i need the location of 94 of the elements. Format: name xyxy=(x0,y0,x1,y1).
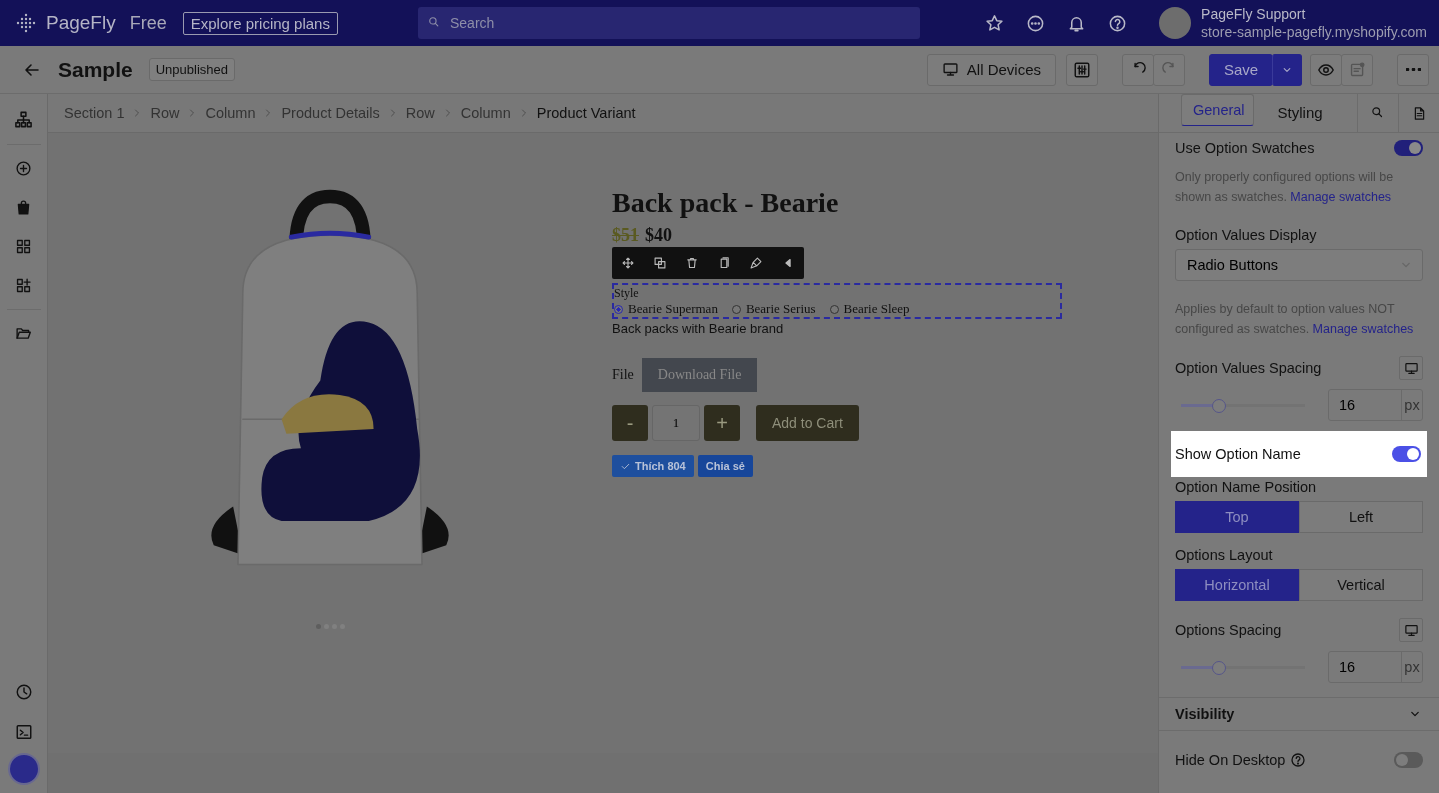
user-name: PageFly Support xyxy=(1201,5,1307,23)
segment-button[interactable]: Vertical xyxy=(1299,569,1423,601)
publish-icon xyxy=(1348,61,1366,78)
avatar[interactable] xyxy=(1159,7,1192,39)
product-description: Back packs with Bearie brand xyxy=(612,321,784,336)
more-icon xyxy=(1405,68,1421,71)
setting-label: Options Spacing xyxy=(1175,622,1282,638)
monitor-icon xyxy=(1403,360,1419,376)
number-input[interactable]: 16 xyxy=(1329,390,1402,420)
variant-option[interactable]: Bearie Serius xyxy=(731,301,816,317)
breadcrumb-link[interactable]: Column xyxy=(460,105,511,121)
toggle-switch[interactable] xyxy=(1394,140,1423,156)
section-header[interactable]: Visibility xyxy=(1159,697,1439,731)
radio-icon[interactable] xyxy=(614,304,623,314)
setting-label: Use Option Swatches xyxy=(1175,140,1315,156)
breadcrumb-link[interactable]: Section 1 xyxy=(64,105,125,121)
settings-button[interactable] xyxy=(1066,53,1098,86)
segment-button[interactable]: Top xyxy=(1175,501,1299,533)
breadcrumb-link[interactable]: Row xyxy=(405,105,435,121)
breadcrumb-link[interactable]: Column xyxy=(205,105,256,121)
shopping-bag-icon[interactable] xyxy=(15,199,32,216)
monitor-icon xyxy=(941,61,959,78)
search-field[interactable]: Search xyxy=(417,7,920,39)
breadcrumb-link[interactable]: Product Details xyxy=(281,105,380,121)
help-icon[interactable] xyxy=(1290,752,1307,768)
share-button[interactable]: Chia sẻ xyxy=(697,455,753,477)
star-icon[interactable] xyxy=(985,13,1005,33)
segment-button[interactable]: Left xyxy=(1299,501,1423,533)
pricing-button[interactable]: Explore pricing plans xyxy=(182,11,338,35)
page-title: Sample xyxy=(58,57,133,82)
folder-icon[interactable] xyxy=(15,325,32,342)
radio-icon[interactable] xyxy=(731,304,741,314)
manage-swatches-link[interactable]: Manage swatches xyxy=(1312,322,1414,336)
sliders-icon xyxy=(1073,60,1091,79)
quantity-field[interactable]: 1 xyxy=(652,405,700,441)
grid-plus-icon[interactable] xyxy=(15,277,32,294)
number-field[interactable]: 16 px xyxy=(1328,651,1423,683)
decrease-button[interactable]: - xyxy=(612,405,648,441)
product-title: Back pack - Bearie xyxy=(612,187,839,219)
search-input[interactable]: Search xyxy=(447,14,910,32)
setting-label: Option Values Display xyxy=(1175,227,1318,243)
terminal-icon[interactable] xyxy=(14,723,33,741)
unit-label: px xyxy=(1403,396,1421,415)
unit-label: px xyxy=(1403,658,1421,677)
download-button[interactable]: Download File xyxy=(641,358,758,392)
logo-icon xyxy=(16,13,36,33)
device-toggle[interactable] xyxy=(1399,356,1423,380)
segment-button[interactable]: Horizontal xyxy=(1175,569,1299,601)
variant-option[interactable]: Bearie Superman xyxy=(614,301,718,317)
sitemap-icon[interactable] xyxy=(14,110,33,129)
compare-price: $51 xyxy=(612,225,639,245)
manage-swatches-link[interactable]: Manage swatches xyxy=(1290,190,1392,204)
number-input[interactable]: 16 xyxy=(1329,652,1402,682)
preview-button[interactable] xyxy=(1310,53,1342,86)
avatar[interactable] xyxy=(7,753,40,785)
file-label: File xyxy=(612,367,634,383)
toggle-switch[interactable] xyxy=(1392,446,1421,462)
monitor-icon xyxy=(1403,622,1419,638)
product-price: $40 xyxy=(645,225,672,245)
setting-label: Show Option Name xyxy=(1175,446,1301,462)
option-name: Style xyxy=(614,286,640,301)
setting-label: Option Values Spacing xyxy=(1175,360,1322,376)
setting-label: Option Name Position xyxy=(1175,479,1318,495)
undo-button[interactable] xyxy=(1122,53,1154,86)
like-button[interactable]: Thích 804 xyxy=(612,455,694,477)
breadcrumb-link[interactable]: Row xyxy=(150,105,180,121)
save-options-button[interactable] xyxy=(1272,53,1302,86)
toggle-switch[interactable] xyxy=(1394,752,1423,768)
chat-icon[interactable] xyxy=(1026,13,1046,33)
slider-thumb[interactable] xyxy=(1212,660,1227,675)
radio-icon[interactable] xyxy=(829,304,839,314)
panel-tab[interactable]: General xyxy=(1181,94,1254,126)
grid-icon[interactable] xyxy=(15,238,32,255)
slider-thumb[interactable] xyxy=(1212,398,1227,413)
history-icon[interactable] xyxy=(14,683,33,701)
add-to-cart-button[interactable]: Add to Cart xyxy=(756,405,859,441)
status-badge: Unpublished xyxy=(148,58,235,81)
add-icon[interactable] xyxy=(15,160,32,177)
breadcrumb-link[interactable]: Product Variant xyxy=(536,105,636,121)
store-url: store-sample-pagefly.myshopify.com xyxy=(1201,23,1427,41)
setting-label: Hide On Desktop xyxy=(1175,752,1286,768)
number-field[interactable]: 16 px xyxy=(1328,389,1423,421)
increase-button[interactable]: + xyxy=(704,405,740,441)
help-icon[interactable] xyxy=(1108,13,1128,33)
variant-option[interactable]: Bearie Sleep xyxy=(829,301,910,317)
device-toggle[interactable] xyxy=(1399,618,1423,642)
save-button[interactable]: Save xyxy=(1209,53,1273,86)
panel-tab[interactable]: Styling xyxy=(1275,94,1325,132)
device-button[interactable]: All Devices xyxy=(926,53,1056,86)
more-button[interactable] xyxy=(1397,53,1429,86)
plan-label: Free xyxy=(129,12,167,34)
setting-label: Options Layout xyxy=(1175,547,1274,563)
dropdown-field[interactable]: Radio Buttons xyxy=(1175,249,1423,281)
logo-text: PageFly xyxy=(46,12,116,34)
